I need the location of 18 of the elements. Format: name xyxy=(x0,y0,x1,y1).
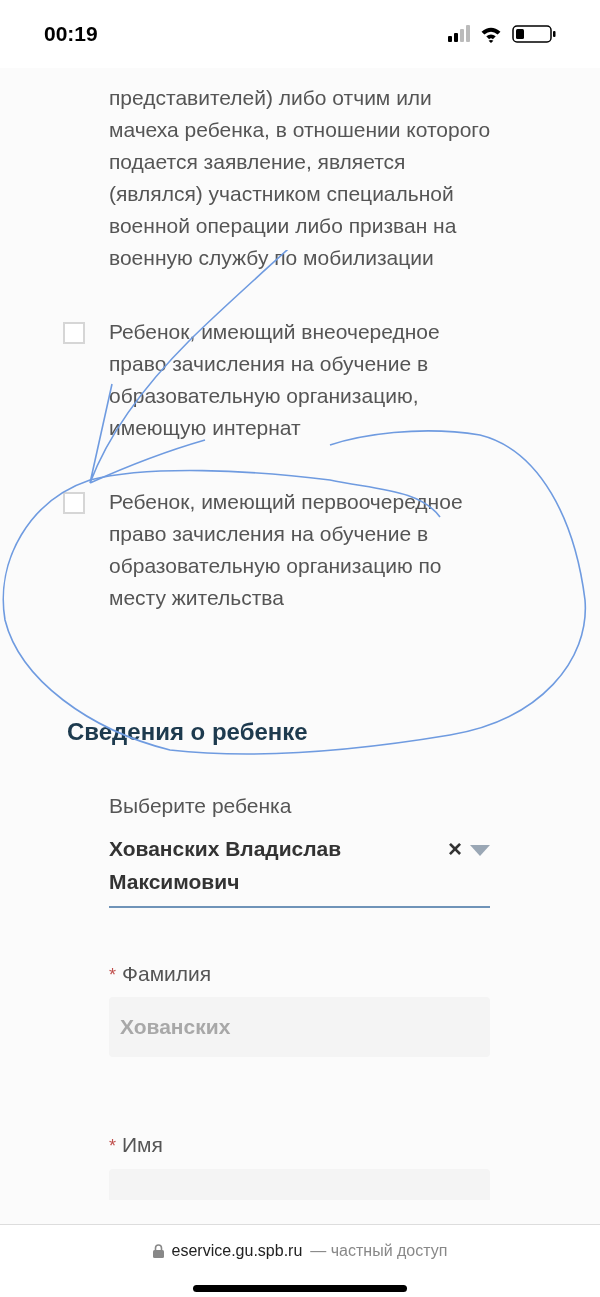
required-mark: * xyxy=(109,1135,116,1158)
field-label: Фамилия xyxy=(122,960,212,987)
child-select[interactable]: Хованских Владислав Максимович × xyxy=(109,831,490,908)
wifi-icon xyxy=(480,25,502,43)
field-label: Выберите ребенка xyxy=(109,793,293,819)
required-mark: * xyxy=(109,963,116,987)
battery-icon xyxy=(512,25,556,43)
clear-icon[interactable]: × xyxy=(448,831,462,865)
url-suffix: — частный доступ xyxy=(310,1241,448,1261)
dropdown-caret-icon xyxy=(470,844,490,856)
url-domain[interactable]: eservice.gu.spb.ru xyxy=(171,1239,303,1263)
checkbox[interactable] xyxy=(63,322,85,344)
signal-icon xyxy=(448,25,470,43)
status-time: 00:19 xyxy=(44,21,98,48)
field-label: Имя xyxy=(122,1132,163,1158)
lock-icon xyxy=(152,1244,164,1258)
checkbox[interactable] xyxy=(63,492,85,514)
option-label: представителей) либо отчим или мачеха ребенка, в отношении которого подается заявление, является (являлся) участником специальной военной операции либо призван на военную службу по мобилизации xyxy=(109,85,492,271)
